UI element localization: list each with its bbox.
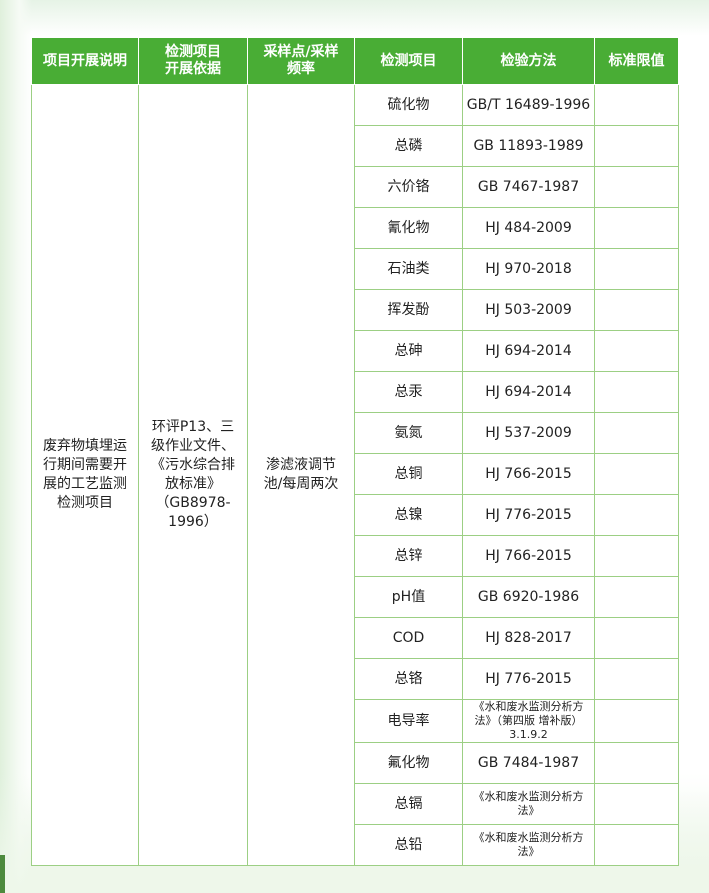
item-cell: 总磷 <box>354 125 463 167</box>
limit-cell <box>594 166 679 208</box>
limit-cell <box>594 248 679 290</box>
item-cell: 挥发酚 <box>354 289 463 331</box>
method-cell: HJ 970-2018 <box>462 248 595 290</box>
limit-cell <box>594 783 679 825</box>
sampling-cell: 渗滤液调节池/每周两次 <box>247 84 355 866</box>
item-cell: 氨氮 <box>354 412 463 454</box>
item-cell: 电导率 <box>354 699 463 743</box>
limit-cell <box>594 576 679 618</box>
basis-cell: 环评P13、三级作业文件、《污水综合排放标准》（GB8978-1996） <box>138 84 248 866</box>
header-method: 检验方法 <box>462 37 595 85</box>
limit-cell <box>594 125 679 167</box>
item-cell: 总镉 <box>354 783 463 825</box>
item-cell: pH值 <box>354 576 463 618</box>
method-cell: 《水和废水监测分析方法》（第四版 增补版）3.1.9.2 <box>462 699 595 743</box>
header-item: 检测项目 <box>354 37 463 85</box>
limit-cell <box>594 494 679 536</box>
method-cell: 《水和废水监测分析方法》 <box>462 783 595 825</box>
method-cell: HJ 776-2015 <box>462 658 595 700</box>
method-cell: HJ 828-2017 <box>462 617 595 659</box>
item-cell: 氟化物 <box>354 742 463 784</box>
item-cell: 总镍 <box>354 494 463 536</box>
item-cell: 总汞 <box>354 371 463 413</box>
header-description: 项目开展说明 <box>31 37 139 85</box>
item-cell: 氰化物 <box>354 207 463 249</box>
limit-cell <box>594 330 679 372</box>
limit-cell <box>594 289 679 331</box>
method-cell: GB 7484-1987 <box>462 742 595 784</box>
method-cell: GB 7467-1987 <box>462 166 595 208</box>
limit-cell <box>594 535 679 577</box>
item-cell: 总铬 <box>354 658 463 700</box>
monitoring-table: 项目开展说明 检测项目 开展依据 采样点/采样 频率 检测项目 检验方法 标准限… <box>31 37 679 866</box>
limit-cell <box>594 371 679 413</box>
item-cell: 石油类 <box>354 248 463 290</box>
limit-cell <box>594 617 679 659</box>
description-cell: 废弃物填埋运行期间需要开展的工艺监测检测项目 <box>31 84 139 866</box>
background-left-gradient <box>0 0 32 893</box>
item-cell: COD <box>354 617 463 659</box>
method-cell: HJ 766-2015 <box>462 453 595 495</box>
limit-cell <box>594 412 679 454</box>
limit-cell <box>594 207 679 249</box>
limit-cell <box>594 742 679 784</box>
header-row: 项目开展说明 检测项目 开展依据 采样点/采样 频率 检测项目 检验方法 标准限… <box>31 37 679 85</box>
limit-cell <box>594 453 679 495</box>
header-limit: 标准限值 <box>594 37 679 85</box>
table-row: 废弃物填埋运行期间需要开展的工艺监测检测项目 环评P13、三级作业文件、《污水综合… <box>31 84 679 866</box>
method-cell: HJ 694-2014 <box>462 371 595 413</box>
limit-cell <box>594 824 679 866</box>
method-cell: GB/T 16489-1996 <box>462 84 595 126</box>
method-cell: HJ 484-2009 <box>462 207 595 249</box>
left-edge-mark <box>0 855 5 893</box>
method-cell: GB 6920-1986 <box>462 576 595 618</box>
header-basis: 检测项目 开展依据 <box>138 37 248 85</box>
method-cell: 《水和废水监测分析方法》 <box>462 824 595 866</box>
limit-cell <box>594 699 679 743</box>
limit-cell <box>594 658 679 700</box>
item-cell: 总铜 <box>354 453 463 495</box>
limit-cell <box>594 84 679 126</box>
method-cell: HJ 776-2015 <box>462 494 595 536</box>
item-cell: 总砷 <box>354 330 463 372</box>
header-sampling: 采样点/采样 频率 <box>247 37 355 85</box>
item-cell: 硫化物 <box>354 84 463 126</box>
method-cell: HJ 694-2014 <box>462 330 595 372</box>
item-cell: 六价铬 <box>354 166 463 208</box>
method-cell: HJ 503-2009 <box>462 289 595 331</box>
method-cell: HJ 537-2009 <box>462 412 595 454</box>
method-cell: HJ 766-2015 <box>462 535 595 577</box>
item-cell: 总铅 <box>354 824 463 866</box>
method-cell: GB 11893-1989 <box>462 125 595 167</box>
item-cell: 总锌 <box>354 535 463 577</box>
